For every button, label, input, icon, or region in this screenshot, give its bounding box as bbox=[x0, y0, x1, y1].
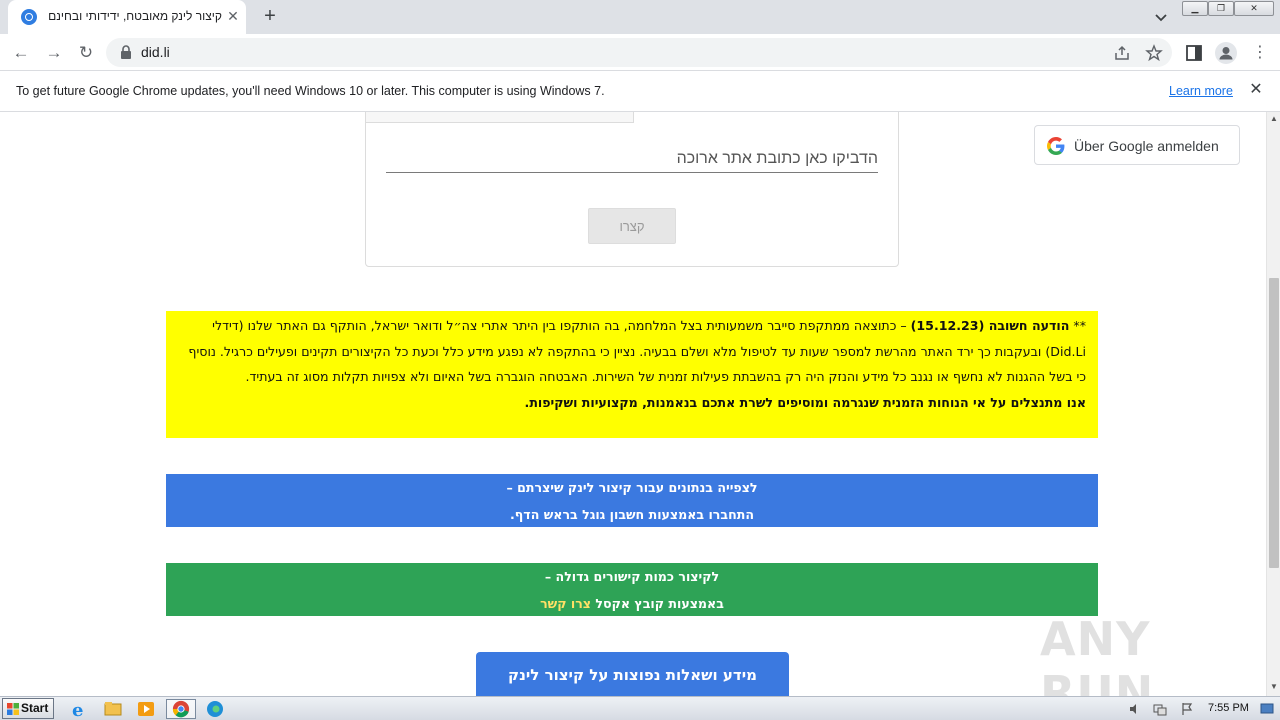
internet-explorer-icon[interactable]: e bbox=[68, 699, 90, 719]
long-url-input[interactable] bbox=[386, 145, 878, 173]
forward-arrow-icon[interactable]: → bbox=[43, 42, 65, 64]
contact-us-link[interactable]: צרו קשר bbox=[540, 596, 591, 611]
url-text[interactable]: did.li bbox=[141, 44, 170, 60]
windows-taskbar: Start e 7:55 PM bbox=[0, 696, 1280, 720]
stats-info-banner: לצפייה בנתונים עבור קיצור לינק שיצרתם – … bbox=[166, 474, 1098, 527]
anyrun-watermark: ANY RUN bbox=[1040, 612, 1155, 696]
bulk-shorten-banner: לקיצור כמות קישורים גדולה – באמצעות קובץ… bbox=[166, 563, 1098, 616]
show-desktop-icon[interactable] bbox=[1260, 702, 1274, 716]
page-scrollbar[interactable]: ▲ ▼ bbox=[1266, 112, 1280, 696]
tab-close-icon[interactable]: ✕ bbox=[225, 8, 241, 24]
profile-avatar-icon[interactable] bbox=[1215, 42, 1237, 64]
chrome-taskbar-button[interactable] bbox=[166, 699, 196, 719]
scroll-up-arrow-icon[interactable]: ▲ bbox=[1267, 112, 1280, 126]
share-icon[interactable] bbox=[1113, 44, 1131, 62]
close-window-button[interactable]: ✕ bbox=[1234, 1, 1274, 16]
edge-icon[interactable] bbox=[204, 699, 226, 719]
restore-button[interactable]: ❐ bbox=[1208, 1, 1234, 16]
scrollbar-thumb[interactable] bbox=[1269, 278, 1279, 568]
site-favicon-icon bbox=[21, 9, 37, 25]
window-controls: ▁ ❐ ✕ bbox=[1182, 1, 1274, 17]
network-icon[interactable] bbox=[1153, 702, 1167, 716]
bulk-banner-text: באמצעות קובץ אקסל bbox=[591, 596, 724, 611]
chrome-menu-icon[interactable]: ⋮ bbox=[1250, 43, 1270, 63]
notice-prefix: ** bbox=[1069, 318, 1086, 333]
infobar-message: To get future Google Chrome updates, you… bbox=[16, 84, 605, 98]
faq-button[interactable]: מידע ושאלות נפוצות על קיצור לינק bbox=[476, 652, 789, 696]
back-arrow-icon[interactable]: ← bbox=[10, 42, 32, 64]
scroll-down-arrow-icon[interactable]: ▼ bbox=[1267, 680, 1280, 694]
start-label: Start bbox=[21, 701, 49, 715]
update-infobar: To get future Google Chrome updates, you… bbox=[0, 71, 1280, 112]
bookmark-star-icon[interactable] bbox=[1145, 44, 1163, 62]
browser-tab[interactable]: קיצור לינק מאובטח, ידידותי ובחינם ✕ bbox=[8, 0, 246, 34]
tab-strip: קיצור לינק מאובטח, ידידותי ובחינם ✕ + ▁ … bbox=[0, 0, 1280, 34]
start-button[interactable]: Start bbox=[2, 698, 54, 719]
important-notice: ** הודעה חשובה (15.12.23) – כתוצאה ממתקפ… bbox=[166, 311, 1098, 438]
windows-flag-icon bbox=[7, 703, 19, 715]
infobar-close-icon[interactable]: ✕ bbox=[1248, 82, 1264, 98]
lock-icon bbox=[121, 45, 131, 59]
web-page: קצרו Über Google anmelden ** הודעה חשובה… bbox=[0, 112, 1266, 696]
google-logo-icon bbox=[1047, 137, 1065, 155]
notice-closing: אנו מתנצלים על אי הנוחות הזמנית שנגרמה ו… bbox=[524, 394, 1086, 410]
shorten-button[interactable]: קצרו bbox=[588, 208, 676, 244]
google-signin-label: Über Google anmelden bbox=[1074, 138, 1219, 154]
action-center-flag-icon[interactable] bbox=[1180, 702, 1194, 716]
browser-toolbar: ← → ↻ did.li ⋮ bbox=[0, 34, 1280, 71]
learn-more-link[interactable]: Learn more bbox=[1169, 84, 1233, 98]
google-signin-button[interactable]: Über Google anmelden bbox=[1034, 125, 1240, 165]
side-panel-icon[interactable] bbox=[1184, 43, 1204, 63]
reload-icon[interactable]: ↻ bbox=[75, 42, 97, 64]
form-tab[interactable] bbox=[366, 112, 634, 123]
svg-text:e: e bbox=[72, 700, 83, 719]
bulk-banner-line-2: באמצעות קובץ אקסל צרו קשר bbox=[166, 590, 1098, 617]
shorten-form-card: קצרו bbox=[365, 112, 899, 267]
chrome-icon bbox=[172, 700, 190, 718]
stats-banner-line-1: לצפייה בנתונים עבור קיצור לינק שיצרתם – bbox=[506, 480, 758, 495]
address-bar[interactable]: did.li bbox=[106, 38, 1172, 67]
volume-icon[interactable] bbox=[1128, 702, 1142, 716]
tab-title: קיצור לינק מאובטח, ידידותי ובחינם bbox=[48, 9, 222, 23]
minimize-button[interactable]: ▁ bbox=[1182, 1, 1208, 16]
stats-banner-line-2: התחברו באמצעות חשבון גוגל בראש הדף. bbox=[510, 507, 754, 522]
system-clock[interactable]: 7:55 PM bbox=[1208, 702, 1249, 714]
bulk-banner-line-1: לקיצור כמות קישורים גדולה – bbox=[544, 569, 720, 584]
new-tab-button[interactable]: + bbox=[259, 6, 281, 28]
file-explorer-icon[interactable] bbox=[102, 699, 124, 719]
media-player-icon[interactable] bbox=[135, 699, 157, 719]
notice-heading: הודעה חשובה (15.12.23) bbox=[910, 318, 1070, 333]
tab-search-chevron-icon[interactable] bbox=[1152, 8, 1170, 26]
